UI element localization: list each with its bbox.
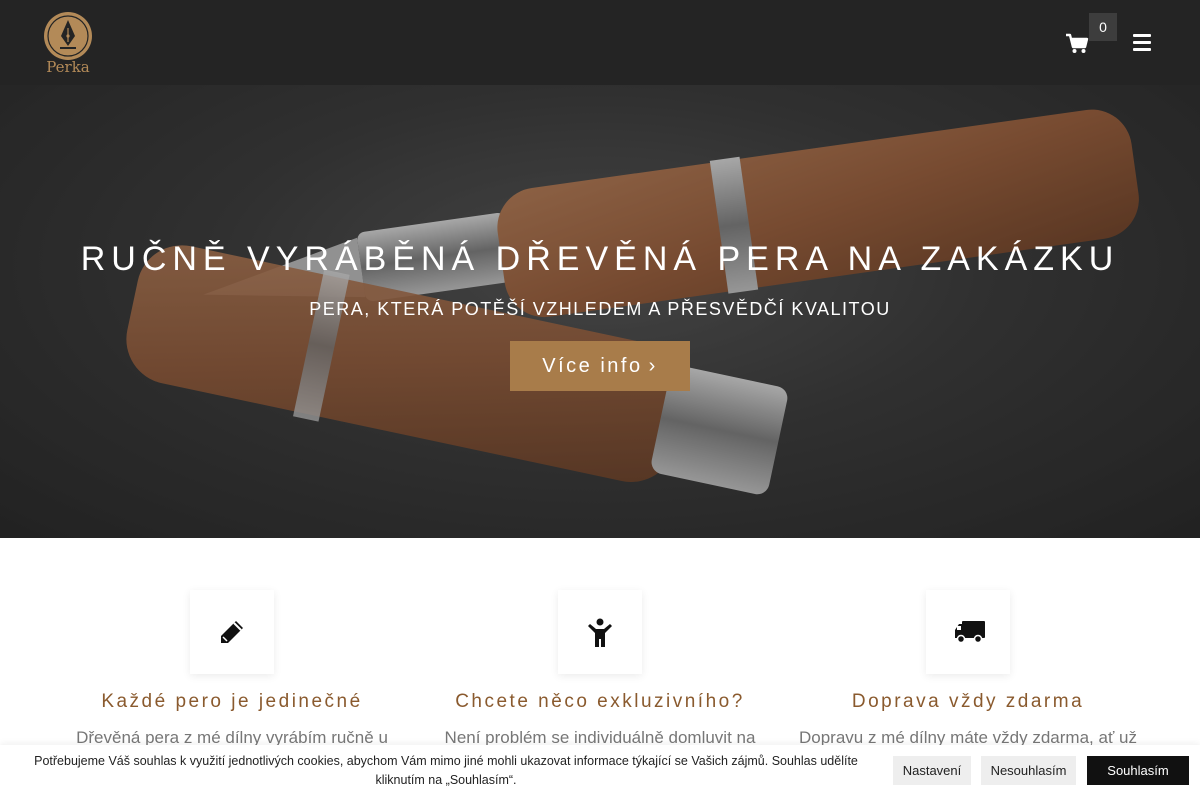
cookie-accept-button[interactable]: Souhlasím bbox=[1087, 756, 1189, 785]
hamburger-menu-icon[interactable] bbox=[1133, 34, 1153, 52]
cookie-settings-button[interactable]: Nastavení bbox=[893, 756, 971, 785]
child-icon bbox=[588, 618, 612, 647]
feature-icon-box bbox=[558, 590, 642, 674]
feature-title: Doprava vždy zdarma bbox=[851, 691, 1085, 712]
fountain-pen-logo-icon bbox=[44, 12, 92, 60]
chevron-right-icon: › bbox=[648, 355, 658, 377]
hero-title: RUČNĚ VYRÁBĚNÁ DŘEVĚNÁ PERA NA ZAKÁZKU bbox=[80, 240, 1120, 278]
hero-banner: RUČNĚ VYRÁBĚNÁ DŘEVĚNÁ PERA NA ZAKÁZKU P… bbox=[0, 85, 1200, 538]
logo[interactable]: Perka bbox=[41, 10, 95, 78]
cookie-consent-bar: Potřebujeme Váš souhlas k využití jednot… bbox=[0, 745, 1200, 800]
truck-icon bbox=[955, 621, 985, 644]
logo-text: Perka bbox=[46, 58, 90, 76]
shopping-cart-icon bbox=[1066, 33, 1089, 53]
cookie-consent-text: Potřebujeme Váš souhlas k využití jednot… bbox=[34, 754, 858, 787]
feature-title: Každé pero je jedinečné bbox=[101, 691, 363, 712]
more-info-button-label: Více info bbox=[542, 355, 643, 377]
cart-count-badge[interactable]: 0 bbox=[1089, 13, 1117, 41]
pencil-icon bbox=[221, 621, 243, 643]
cookie-decline-button[interactable]: Nesouhlasím bbox=[981, 756, 1076, 785]
site-header: Perka 0 bbox=[0, 0, 1200, 85]
cart-button[interactable] bbox=[1064, 30, 1090, 56]
feature-icon-box bbox=[926, 590, 1010, 674]
hero-subtitle: PERA, KTERÁ POTĚŠÍ VZHLEDEM A PŘESVĚDČÍ … bbox=[309, 299, 891, 319]
feature-icon-box bbox=[190, 590, 274, 674]
feature-title: Chcete něco exkluzivního? bbox=[455, 691, 745, 712]
more-info-button[interactable]: Více info › bbox=[510, 341, 690, 391]
